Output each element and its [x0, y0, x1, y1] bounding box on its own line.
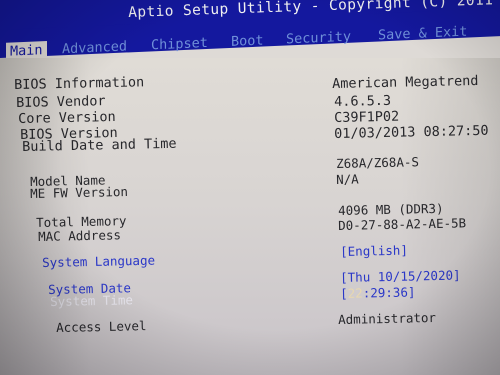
- tab-advanced[interactable]: Advanced: [62, 38, 127, 57]
- bios-vendor-label: BIOS Vendor: [16, 93, 106, 111]
- bios-version-value: C39F1P02: [334, 108, 400, 126]
- model-name-value: Z68A/Z68A-S: [336, 154, 420, 171]
- bios-information-heading: BIOS Information: [14, 74, 145, 93]
- me-fw-version-value: N/A: [336, 171, 359, 187]
- system-time-value[interactable]: [22:29:36]: [340, 284, 416, 301]
- system-language-label[interactable]: System Language: [42, 253, 155, 270]
- main-panel: BIOS Information BIOS Vendor Core Versio…: [0, 58, 500, 375]
- mac-address-label: MAC Address: [38, 227, 122, 244]
- bios-screen: Aptio Setup Utility - Copyright (C) 2011…: [0, 0, 500, 375]
- tab-chipset[interactable]: Chipset: [151, 35, 208, 53]
- core-version-value: 4.6.5.3: [334, 92, 392, 110]
- system-date-value[interactable]: [Thu 10/15/2020]: [340, 267, 461, 285]
- system-time-label[interactable]: System Time: [50, 292, 133, 309]
- system-time-hours-field[interactable]: 22: [348, 286, 363, 301]
- tab-save-exit[interactable]: Save & Exit: [378, 24, 467, 44]
- build-date-value: 01/03/2013 08:27:50: [334, 122, 489, 142]
- me-fw-version-label: ME FW Version: [30, 183, 129, 201]
- system-language-value[interactable]: [English]: [340, 243, 408, 259]
- bios-vendor-value: American Megatrend: [332, 72, 479, 92]
- system-time-rest: :29:36]: [362, 284, 416, 301]
- mac-address-value: D0-27-88-A2-AE-5B: [338, 215, 467, 233]
- access-level-label: Access Level: [56, 318, 147, 335]
- build-date-label: Build Date and Time: [22, 135, 177, 155]
- tab-security[interactable]: Security: [286, 29, 351, 48]
- access-level-value: Administrator: [338, 309, 437, 327]
- tab-boot[interactable]: Boot: [231, 32, 264, 49]
